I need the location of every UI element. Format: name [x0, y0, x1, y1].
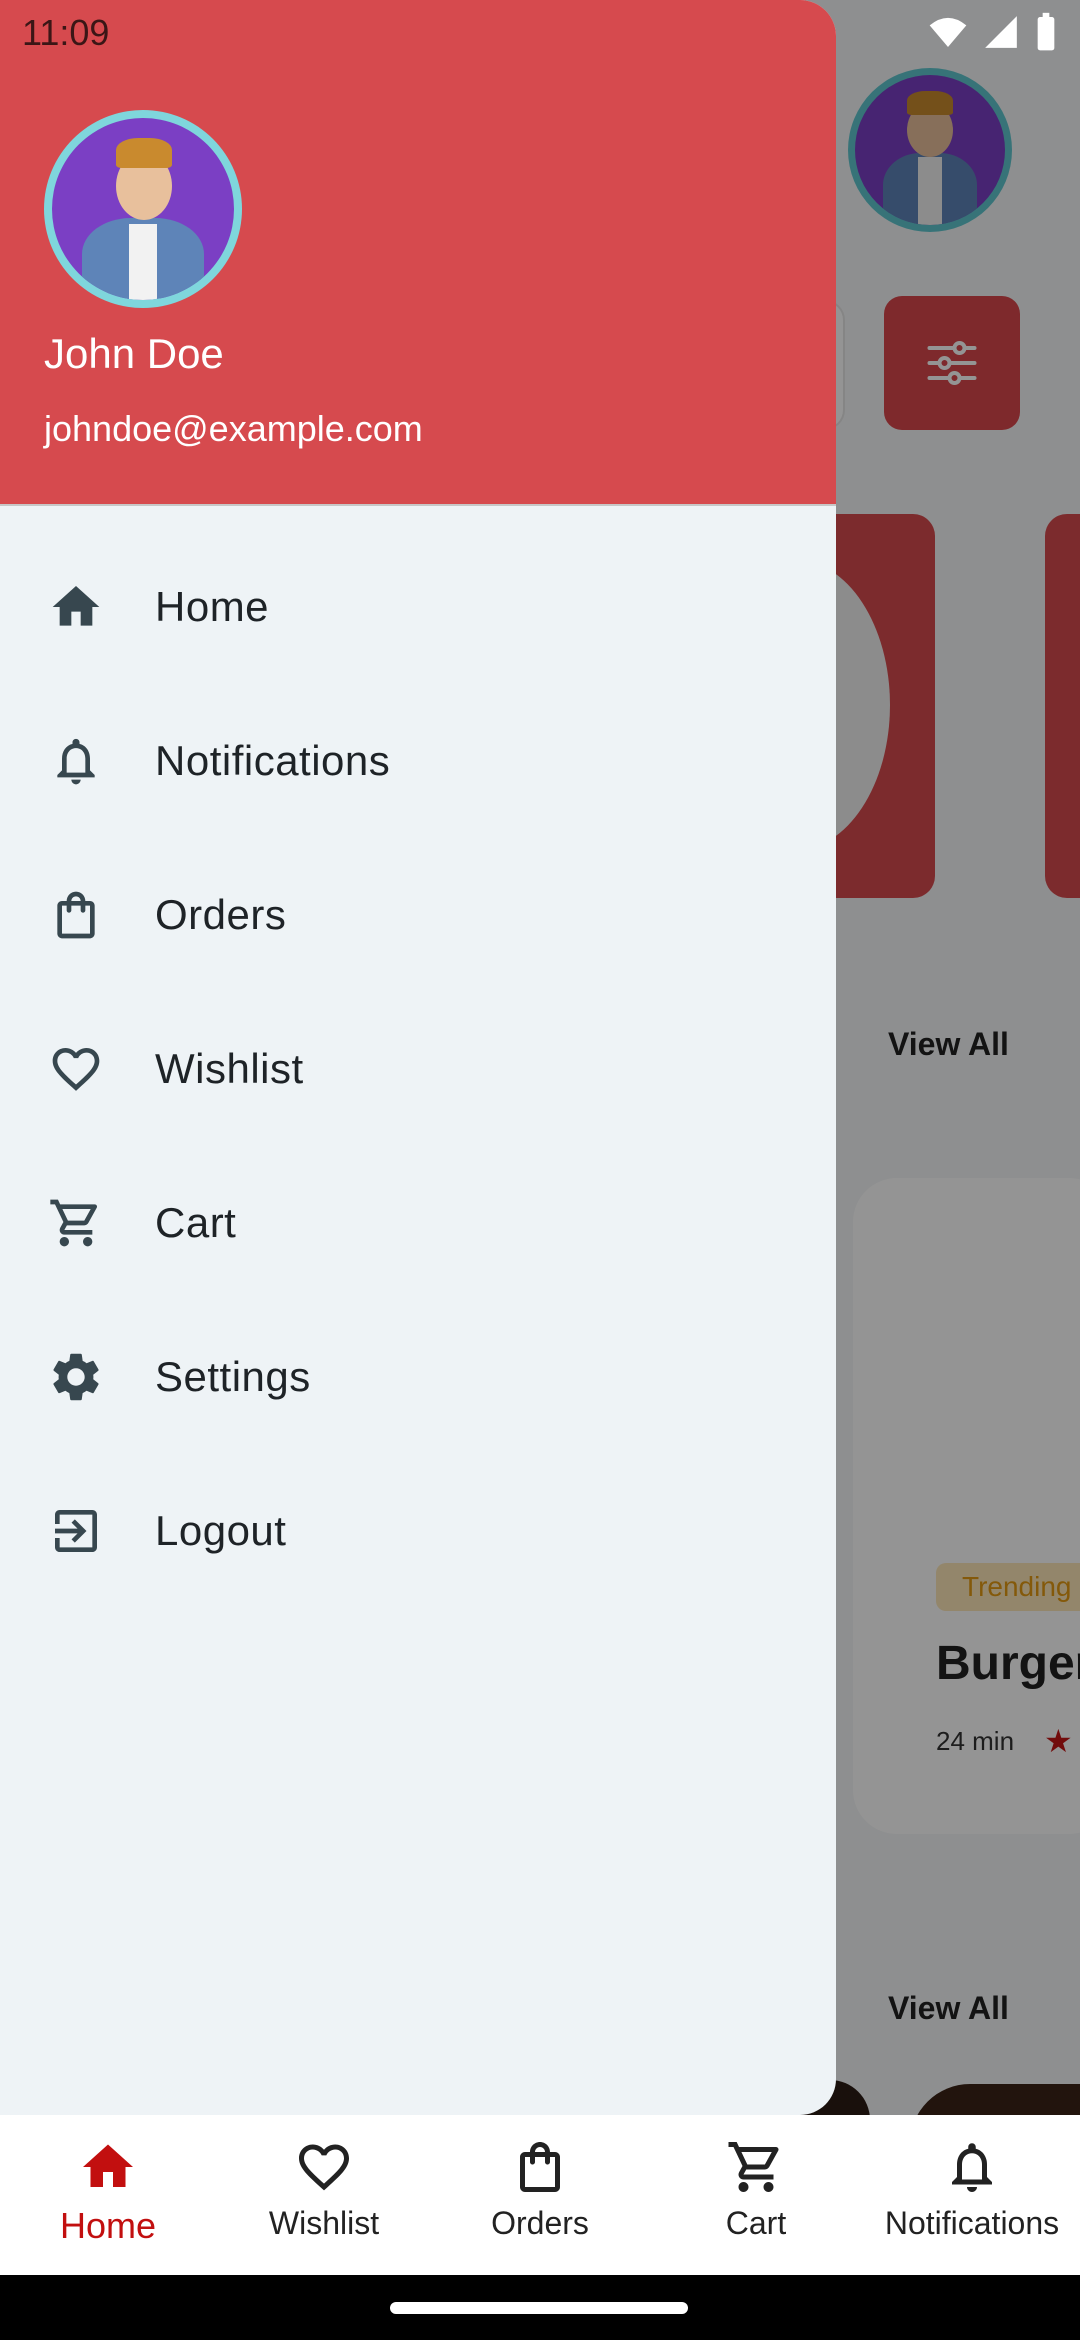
home-gesture-handle[interactable] [390, 2302, 688, 2314]
drawer-item-label: Notifications [155, 737, 391, 784]
nav-label: Cart [725, 2205, 787, 2241]
nav-item-orders[interactable]: Orders [432, 2115, 648, 2275]
system-gesture-bar [0, 2275, 1080, 2340]
nav-label: Home [59, 2205, 157, 2246]
nav-label: Wishlist [268, 2205, 380, 2241]
bell-icon [46, 731, 106, 791]
drawer-item-label: Settings [155, 1353, 311, 1400]
logout-icon [46, 1501, 106, 1561]
nav-item-wishlist[interactable]: Wishlist [216, 2115, 432, 2275]
nav-item-home[interactable]: Home [0, 2115, 216, 2275]
home-icon [46, 577, 106, 637]
status-icons [928, 12, 1058, 52]
heart-icon [299, 2144, 349, 2191]
drawer-item-wishlist[interactable]: Wishlist [0, 992, 836, 1146]
drawer-item-home[interactable]: Home [0, 530, 836, 684]
cart-icon [728, 2142, 779, 2192]
shopping-bag-icon [520, 2142, 560, 2192]
home-icon [83, 2144, 133, 2187]
bottom-navigation: Home Wishlist Orders Cart Notifications [0, 2115, 1080, 2275]
drawer-item-label: Orders [155, 891, 287, 938]
drawer-item-settings[interactable]: Settings [0, 1300, 836, 1454]
nav-label: Orders [491, 2205, 589, 2241]
user-name: John Doe [44, 330, 224, 377]
shopping-bag-icon [46, 885, 106, 945]
signal-icon [985, 16, 1017, 48]
user-email: johndoe@example.com [44, 408, 423, 449]
drawer-item-orders[interactable]: Orders [0, 838, 836, 992]
nav-label: Notifications [884, 2205, 1060, 2241]
drawer-item-notifications[interactable]: Notifications [0, 684, 836, 838]
gear-icon [46, 1347, 106, 1407]
nav-item-notifications[interactable]: Notifications [864, 2115, 1080, 2275]
heart-icon [46, 1039, 106, 1099]
drawer-menu: Home Notifications Orders Wishlist Cart [0, 530, 836, 1608]
cart-icon [46, 1193, 106, 1253]
avatar[interactable] [44, 110, 242, 308]
wifi-icon [929, 17, 967, 47]
drawer-header: John Doe johndoe@example.com [0, 0, 836, 506]
drawer-item-logout[interactable]: Logout [0, 1454, 836, 1608]
drawer-item-label: Wishlist [155, 1045, 304, 1092]
bell-icon [952, 2143, 992, 2192]
navigation-drawer: John Doe johndoe@example.com Home Notifi… [0, 0, 836, 2115]
drawer-item-label: Logout [155, 1507, 287, 1554]
battery-icon [1037, 12, 1055, 51]
nav-item-cart[interactable]: Cart [648, 2115, 864, 2275]
status-time: 11:09 [22, 12, 110, 53]
drawer-item-cart[interactable]: Cart [0, 1146, 836, 1300]
drawer-item-label: Cart [155, 1199, 237, 1246]
drawer-item-label: Home [155, 583, 270, 630]
